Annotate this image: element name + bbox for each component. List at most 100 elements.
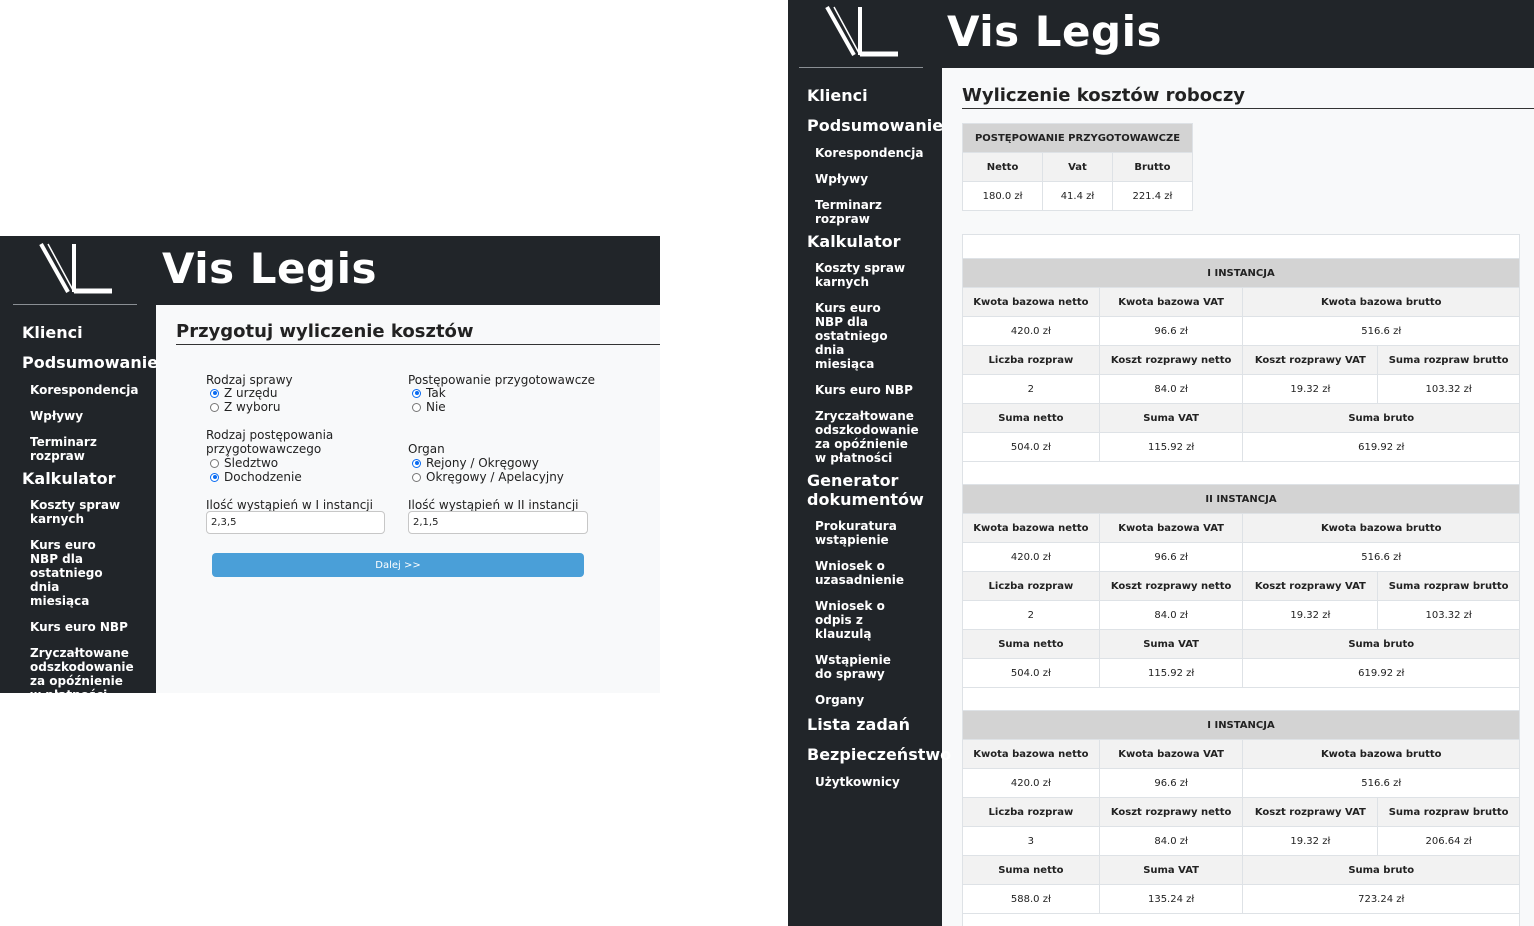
left-nav: Klienci Podsumowanie Korespondencja Wpły… xyxy=(22,322,158,702)
radio-unchecked-icon[interactable] xyxy=(210,402,219,412)
column-header: Koszt rozprawy VAT xyxy=(1242,345,1379,375)
instance-table-1: I INSTANCJA Kwota bazowa netto Kwota bazo… xyxy=(962,258,1520,462)
next-button[interactable]: Dalej >> xyxy=(212,553,584,577)
column-header: Liczba rozpraw xyxy=(962,345,1100,375)
sidebar-item-kurs-nbp-last[interactable]: Kurs euro NBP dla ostatniego dnia miesią… xyxy=(807,301,907,371)
table-cell: 84.0 zł xyxy=(1098,600,1244,630)
sidebar-item-wniosek-uzasadnienie[interactable]: Wniosek o uzasadnienie xyxy=(807,559,907,587)
sidebar-item-podsumowanie[interactable]: Podsumowanie xyxy=(807,116,943,135)
sidebar-item-organy[interactable]: Organy xyxy=(807,693,937,707)
table-cell: 619.92 zł xyxy=(1242,432,1520,462)
table-cell: 206.64 zł xyxy=(1377,826,1520,856)
sidebar-item-wstapienie[interactable]: Wstąpienie do sprawy xyxy=(807,653,907,681)
radio-okregowy[interactable]: Okręgowy / Apelacyjny xyxy=(412,470,564,484)
logo-icon[interactable] xyxy=(824,3,900,59)
radio-checked-icon[interactable] xyxy=(412,458,421,468)
radio-checked-icon[interactable] xyxy=(210,388,219,398)
sidebar-item-kurs-nbp[interactable]: Kurs euro NBP xyxy=(807,383,937,397)
table-cell: 516.6 zł xyxy=(1242,316,1520,346)
table-cell: 504.0 zł xyxy=(962,432,1100,462)
radio-dochodzenie[interactable]: Dochodzenie xyxy=(210,470,302,484)
ilosc-2-input[interactable] xyxy=(408,511,588,534)
radio-unchecked-icon[interactable] xyxy=(412,402,421,412)
logo-icon[interactable] xyxy=(38,240,114,296)
sidebar-item-uzytkownicy[interactable]: Użytkownicy xyxy=(807,775,937,789)
column-header: Suma bruto xyxy=(1242,629,1520,659)
table-cell: 96.6 zł xyxy=(1098,316,1244,346)
rodzaj-sprawy-label: Rodzaj sprawy xyxy=(206,373,293,387)
column-header: Kwota bazowa netto xyxy=(962,287,1100,317)
column-header: Kwota bazowa VAT xyxy=(1098,513,1244,543)
radio-unchecked-icon[interactable] xyxy=(412,472,421,482)
sidebar-item-generator[interactable]: Generator dokumentów xyxy=(807,471,924,509)
column-header: Kwota bazowa VAT xyxy=(1098,739,1244,769)
table-cell: 103.32 zł xyxy=(1377,374,1520,404)
table-cell: 221.4 zł xyxy=(1111,181,1194,211)
sidebar-item-terminarz[interactable]: Terminarz rozpraw xyxy=(22,435,122,463)
prep-header: POSTĘPOWANIE PRZYGOTOWAWCZE xyxy=(962,123,1193,153)
sidebar-item-klienci[interactable]: Klienci xyxy=(22,323,152,342)
table-cell: 516.6 zł xyxy=(1242,542,1520,572)
sidebar-item-kalkulator[interactable]: Kalkulator xyxy=(22,469,152,488)
sidebar-item-wplywy[interactable]: Wpływy xyxy=(807,172,937,186)
sidebar-item-koszty[interactable]: Koszty spraw karnych xyxy=(807,261,907,289)
radio-z-urzedu[interactable]: Z urzędu xyxy=(210,386,277,400)
sidebar-item-zryczaltowane[interactable]: Zryczałtowane odszkodowanie za opóźnieni… xyxy=(807,409,919,465)
table-cell: 115.92 zł xyxy=(1098,432,1244,462)
sidebar-item-wniosek-odpis[interactable]: Wniosek o odpis z klauzulą xyxy=(807,599,917,641)
column-header: Suma VAT xyxy=(1098,855,1244,885)
brand-title: Vis Legis xyxy=(947,7,1162,56)
table-cell: 420.0 zł xyxy=(962,316,1100,346)
sidebar-item-prokuratura[interactable]: Prokuratura wstąpienie xyxy=(807,519,907,547)
radio-z-wyboru[interactable]: Z wyboru xyxy=(210,400,280,414)
table-cell: 3 xyxy=(962,826,1100,856)
table-cell: 420.0 zł xyxy=(962,768,1100,798)
sidebar-item-klienci[interactable]: Klienci xyxy=(807,86,937,105)
right-nav: Klienci Podsumowanie Korespondencja Wpły… xyxy=(807,86,951,789)
sidebar-item-bezpieczenstwo[interactable]: Bezpieczeństwo xyxy=(807,745,951,764)
table-cell: 619.92 zł xyxy=(1242,658,1520,688)
column-header: Netto xyxy=(961,152,1044,182)
radio-checked-icon[interactable] xyxy=(210,472,219,482)
radio-unchecked-icon[interactable] xyxy=(210,458,219,468)
sidebar-item-podsumowanie[interactable]: Podsumowanie xyxy=(22,353,158,372)
table-cell: 516.6 zł xyxy=(1242,768,1520,798)
column-header: Liczba rozpraw xyxy=(962,571,1100,601)
sidebar-item-kalkulator[interactable]: Kalkulator xyxy=(807,232,937,251)
sidebar-item-koszty[interactable]: Koszty spraw karnych xyxy=(22,498,122,526)
radio-rejony[interactable]: Rejony / Okręgowy xyxy=(412,456,539,470)
radio-nie[interactable]: Nie xyxy=(412,400,446,414)
ilosc-1-label: Ilość wystąpień w I instancji xyxy=(206,498,373,512)
sidebar-item-lista-zadan[interactable]: Lista zadań xyxy=(807,715,937,734)
table-cell: 19.32 zł xyxy=(1242,826,1379,856)
column-header: Suma netto xyxy=(962,629,1100,659)
table-cell: 420.0 zł xyxy=(962,542,1100,572)
sidebar-item-zryczaltowane[interactable]: Zryczałtowane odszkodowanie za opóźnieni… xyxy=(22,646,134,702)
table-cell: 115.92 zł xyxy=(1098,658,1244,688)
ilosc-2-label: Ilość wystąpień w II instancji xyxy=(408,498,579,512)
table-cell: 19.32 zł xyxy=(1242,374,1379,404)
sidebar-divider xyxy=(799,67,923,68)
table-cell: 135.24 zł xyxy=(1098,884,1244,914)
radio-tak[interactable]: Tak xyxy=(412,386,446,400)
table-cell: 19.32 zł xyxy=(1242,600,1379,630)
postepowanie-label: Postępowanie przygotowawcze xyxy=(408,373,595,387)
sidebar-item-terminarz[interactable]: Terminarz rozpraw xyxy=(807,198,907,226)
radio-checked-icon[interactable] xyxy=(412,388,421,398)
column-header: Suma bruto xyxy=(1242,855,1520,885)
table-cell: 84.0 zł xyxy=(1098,374,1244,404)
radio-sledztwo[interactable]: Śledztwo xyxy=(210,456,278,470)
column-header: Kwota bazowa VAT xyxy=(1098,287,1244,317)
sidebar-item-wplywy[interactable]: Wpływy xyxy=(22,409,152,423)
column-header: Liczba rozpraw xyxy=(962,797,1100,827)
column-header: Koszt rozprawy VAT xyxy=(1242,571,1379,601)
rodzaj-postepowania-label-2: przygotowawczego xyxy=(206,442,322,456)
ilosc-1-input[interactable] xyxy=(206,511,385,534)
sidebar-item-korespondencja[interactable]: Korespondencja xyxy=(807,146,937,160)
sidebar-item-kurs-nbp-last[interactable]: Kurs euro NBP dla ostatniego dnia miesią… xyxy=(22,538,122,608)
brand-title: Vis Legis xyxy=(162,244,377,293)
sidebar-item-korespondencja[interactable]: Korespondencja xyxy=(22,383,152,397)
sidebar-item-kurs-nbp[interactable]: Kurs euro NBP xyxy=(22,620,152,634)
column-header: Suma netto xyxy=(962,855,1100,885)
table-cell: 2 xyxy=(962,374,1100,404)
